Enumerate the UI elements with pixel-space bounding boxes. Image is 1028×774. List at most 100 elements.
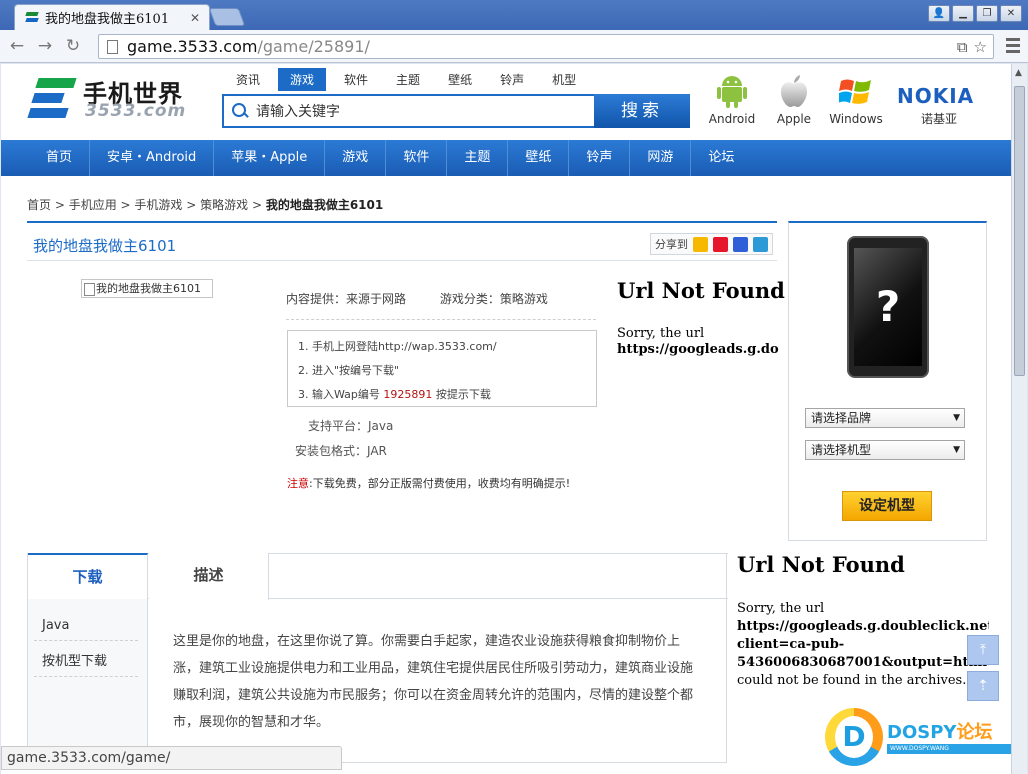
vertical-scrollbar[interactable]: ▲ (1011, 64, 1027, 774)
download-option-java[interactable]: Java (34, 611, 138, 641)
phone-selector: ? 请选择品牌 请选择机型 设定机型 (788, 221, 987, 541)
ad-error-title: Url Not Found (617, 278, 785, 303)
nokia-logo[interactable]: NOKIA (897, 84, 974, 108)
platform-label: Android (708, 112, 756, 126)
search-button[interactable]: 搜索 (594, 94, 690, 128)
game-category: 游戏分类：策略游戏 (439, 292, 548, 306)
platform-windows[interactable]: Windows (825, 72, 887, 126)
content-provider: 内容提供：来源于网路 (286, 292, 407, 306)
ad-error-url: 5436006830687001&output=html& (737, 655, 989, 670)
phone-question-icon: ? (854, 248, 922, 366)
platform-apple[interactable]: Apple (763, 72, 825, 126)
user-icon[interactable]: 👤 (928, 5, 950, 22)
dospy-watermark: DOSPY论坛 WWW.DOSPY.WANG (825, 706, 1011, 768)
logo-mark-icon (27, 76, 77, 120)
notice-label: 注意 (287, 477, 309, 490)
tab-strip: 我的地盘我做主6101 ✕ 👤 ▁ ❐ ✕ (0, 0, 1028, 30)
phone-image: ? (847, 236, 929, 378)
main-nav-item[interactable]: 苹果・Apple (214, 140, 326, 176)
main-nav-item[interactable]: 首页 (29, 140, 91, 176)
game-image-broken[interactable]: 我的地盘我做主6101 (81, 279, 213, 298)
share-qzone-icon[interactable] (693, 236, 708, 252)
main-nav-item[interactable]: 游戏 (325, 140, 387, 176)
platform-label: Apple (776, 112, 812, 126)
category-tab[interactable]: 壁纸 (438, 68, 482, 91)
breadcrumb-link[interactable]: 手机应用 (69, 198, 117, 212)
main-nav-item[interactable]: 铃声 (569, 140, 631, 176)
ad-error-frame: Sorry, the url https://googleads.g.doub (617, 324, 779, 368)
breadcrumb-link[interactable]: 手机游戏 (134, 198, 182, 212)
page-icon (107, 39, 118, 54)
browser-window: 我的地盘我做主6101 ✕ 👤 ▁ ❐ ✕ ← → ↻ game.3533.co… (0, 0, 1028, 774)
download-panel: 下载 描述 Java 按机型下载 这里是你的地盘，在这里你说了算。你需要白手起家… (27, 553, 728, 763)
share-weibo-icon[interactable] (713, 236, 728, 252)
forward-icon[interactable]: → (34, 35, 56, 57)
site-logo[interactable]: 手机世界 3533.com (27, 74, 197, 124)
share-baidu-icon[interactable] (733, 236, 748, 252)
category-tab[interactable]: 资讯 (226, 68, 270, 91)
scroll-top-icon[interactable]: ⤒ (967, 635, 999, 665)
category-tab[interactable]: 软件 (334, 68, 378, 91)
ad-error-url: https://googleads.g.doubleclick.net/pa (737, 619, 989, 634)
translate-icon[interactable]: ⧉ (957, 38, 968, 56)
back-icon[interactable]: ← (6, 35, 28, 57)
search-icon (232, 103, 248, 119)
address-bar[interactable]: game.3533.com/game/25891/ ⧉ ☆ (98, 34, 994, 59)
main-nav-item[interactable]: 网游 (630, 140, 692, 176)
minimize-button[interactable]: ▁ (952, 5, 974, 22)
download-option-by-model[interactable]: 按机型下载 (34, 647, 138, 677)
platform-android[interactable]: Android (701, 72, 763, 126)
support-platform: 支持平台：Java (308, 419, 394, 433)
apple-icon (763, 72, 825, 108)
status-bar: game.3533.com/game/ (1, 746, 342, 770)
breadcrumb-link[interactable]: 首页 (27, 198, 51, 212)
tab-close-icon[interactable]: ✕ (187, 10, 203, 26)
search-input[interactable]: 请输入关键字 (222, 94, 594, 128)
category-tab[interactable]: 主题 (386, 68, 430, 91)
step-3-suffix: 按提示下载 (435, 388, 491, 401)
category-tab[interactable]: 铃声 (490, 68, 534, 91)
reload-icon[interactable]: ↻ (62, 35, 84, 57)
model-select[interactable]: 请选择机型 (805, 440, 965, 460)
dospy-brand: DOSPY论坛 (887, 718, 992, 744)
set-model-button[interactable]: 设定机型 (842, 491, 932, 521)
notice-text: :下载免费，部分正版需付费使用，收费均有明确提示! (309, 477, 571, 490)
main-nav-item[interactable]: 安卓・Android (90, 140, 215, 176)
share-label: 分享到 (655, 238, 688, 251)
main-nav-item[interactable]: 壁纸 (508, 140, 570, 176)
dospy-url: WWW.DOSPY.WANG (887, 744, 1011, 754)
category-tab[interactable]: 机型 (542, 68, 586, 91)
browser-menu-icon[interactable] (1006, 38, 1020, 54)
tab-describe[interactable]: 描述 (149, 553, 269, 600)
main-nav-item[interactable]: 软件 (386, 140, 448, 176)
url-path: /game/25891/ (257, 37, 370, 56)
dospy-brand-cn: 论坛 (956, 722, 993, 743)
scroll-up-icon[interactable]: ⇡ (967, 671, 999, 701)
site-header: 手机世界 3533.com 资讯 游戏 软件 主题 壁纸 铃声 机型 请输入关键… (1, 64, 1011, 138)
browser-toolbar: ← → ↻ game.3533.com/game/25891/ ⧉ ☆ (0, 30, 1028, 63)
game-description: 这里是你的地盘，在这里你说了算。你需要白手起家，建造农业设施获得粮食抑制物价上涨… (173, 634, 694, 730)
tab-download[interactable]: 下载 (28, 553, 148, 600)
share-more-icon[interactable] (753, 236, 768, 252)
main-nav-item[interactable]: 论坛 (691, 140, 751, 176)
category-tab-active[interactable]: 游戏 (278, 68, 327, 91)
download-options: Java 按机型下载 (28, 599, 148, 763)
scroll-up-arrow-icon[interactable]: ▲ (1015, 68, 1022, 78)
download-notice: 注意:下载免费，部分正版需付费使用，收费均有明确提示! (287, 475, 570, 491)
download-steps: 1. 手机上网登陆http://wap.3533.com/ 2. 进入"按编号下… (287, 330, 597, 407)
main-nav: 首页 安卓・Android 苹果・Apple 游戏 软件 主题 壁纸 铃声 网游… (1, 140, 1011, 176)
scroll-thumb[interactable] (1014, 86, 1025, 376)
new-tab-button[interactable] (208, 8, 246, 26)
maximize-button[interactable]: ❐ (976, 5, 998, 22)
breadcrumb-link[interactable]: 策略游戏 (200, 198, 248, 212)
close-window-button[interactable]: ✕ (1000, 5, 1022, 22)
platform-links: Android Apple Windows (701, 72, 887, 126)
main-nav-item[interactable]: 主题 (447, 140, 509, 176)
game-title-bar: 我的地盘我做主6101 分享到 (27, 221, 777, 261)
package-format: 安装包格式：JAR (295, 444, 387, 458)
browser-tab-active[interactable]: 我的地盘我做主6101 ✕ (14, 4, 210, 30)
bookmark-star-icon[interactable]: ☆ (974, 38, 987, 56)
ad-error-tail: could not be found in the archives. (737, 673, 967, 688)
brand-select[interactable]: 请选择品牌 (805, 408, 965, 428)
tab-title: 我的地盘我做主6101 (45, 12, 170, 27)
